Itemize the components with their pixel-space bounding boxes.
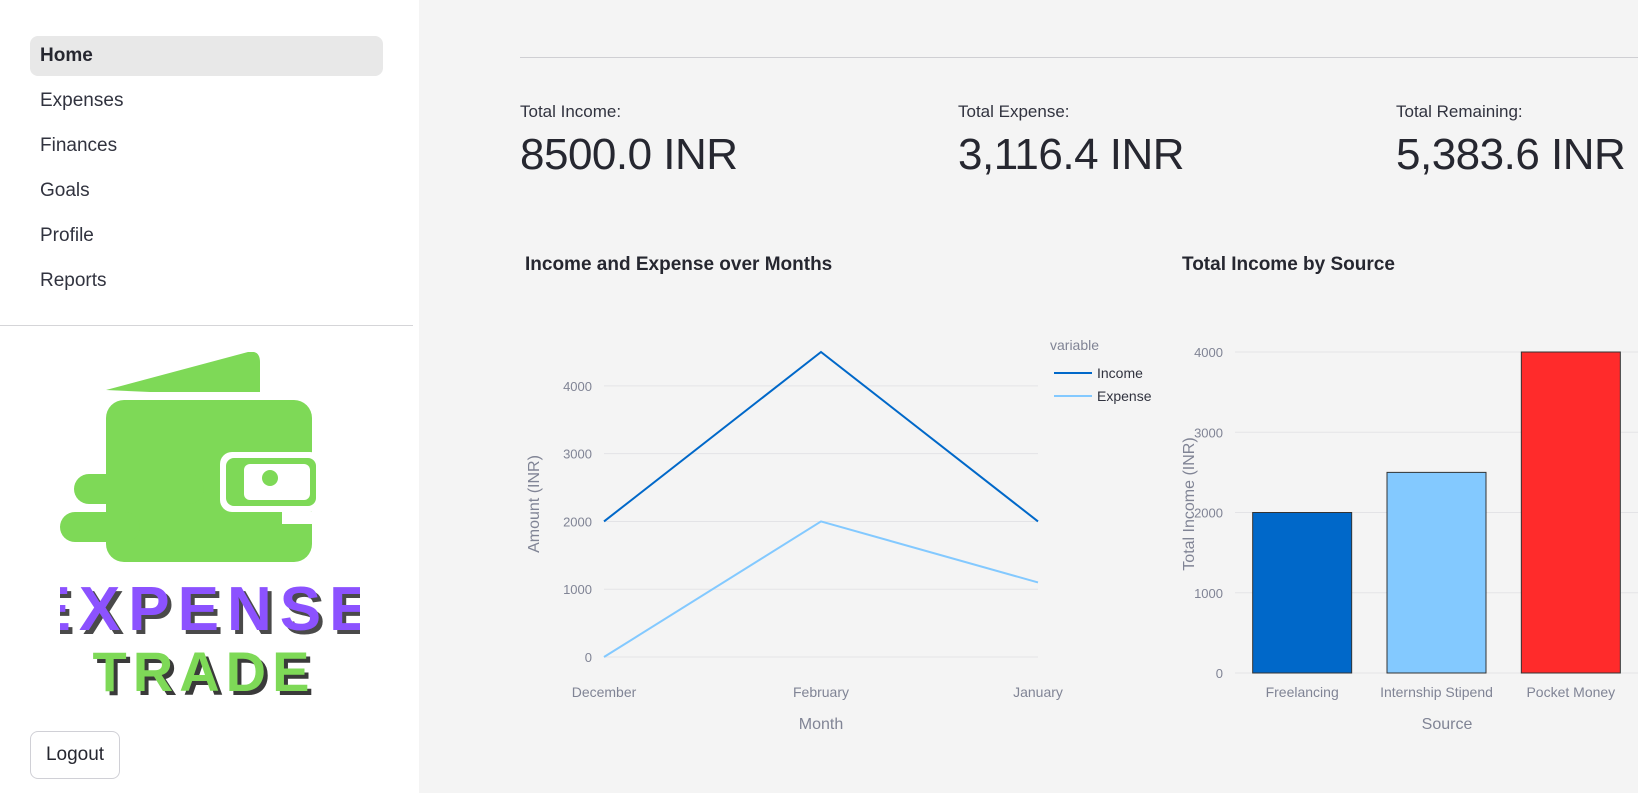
- sidebar-item-label: Expenses: [40, 90, 124, 111]
- legend-label: Income: [1097, 365, 1143, 381]
- sidebar-item-goals[interactable]: Goals: [30, 171, 383, 211]
- sidebar-item-label: Profile: [40, 225, 94, 246]
- logout-button[interactable]: Logout: [30, 731, 120, 779]
- sidebar-item-finances[interactable]: Finances: [30, 126, 383, 166]
- y-axis-label: Amount (INR): [526, 455, 543, 553]
- metric-label: Total Remaining:: [1396, 102, 1523, 121]
- x-tick-label: December: [572, 684, 637, 700]
- line-chart-title: Income and Expense over Months: [525, 254, 833, 275]
- y-tick-label: 0: [1216, 666, 1223, 681]
- sidebar-item-expenses[interactable]: Expenses: [30, 81, 383, 121]
- y-tick-label: 3000: [1194, 425, 1223, 440]
- logo-word-expense: EXPENSE: [60, 575, 360, 644]
- bar: [1386, 471, 1487, 674]
- logout-label: Logout: [45, 744, 105, 765]
- x-axis-label: Source: [1422, 716, 1473, 733]
- x-tick-label: Internship Stipend: [1380, 684, 1493, 700]
- legend-title: variable: [1050, 337, 1099, 353]
- metric-value: 5,383.6 INR: [1396, 130, 1626, 179]
- sidebar-item-label: Goals: [40, 180, 90, 201]
- x-tick-label: January: [1013, 684, 1063, 700]
- y-tick-label: 1000: [1194, 586, 1223, 601]
- y-tick-label: 2000: [563, 514, 592, 529]
- series-line-income: [603, 350, 1039, 523]
- sidebar: Home Expenses Finances Goals Profile Rep…: [0, 0, 419, 793]
- x-axis-label: Month: [799, 716, 843, 733]
- bar: [1252, 512, 1353, 674]
- sidebar-item-label: Home: [40, 45, 93, 66]
- income-by-source-bar-chart: 0 1000 2000 3000 4000 Freelancing Internship S…: [1181, 345, 1638, 733]
- y-tick-label: 0: [585, 650, 592, 665]
- metric-label: Total Income:: [520, 102, 622, 121]
- metric-value: 8500.0 INR: [520, 130, 738, 179]
- wallet-icon: [60, 352, 342, 562]
- y-tick-label: 4000: [563, 379, 592, 394]
- legend-label: Expense: [1097, 388, 1152, 404]
- sidebar-item-label: Reports: [40, 270, 107, 291]
- sidebar-item-home[interactable]: Home: [30, 36, 383, 76]
- income-expense-line-chart: 0 1000 2000 3000 4000 December February January…: [526, 337, 1152, 733]
- x-tick-label: Freelancing: [1266, 684, 1339, 700]
- bar: [1520, 351, 1621, 674]
- metric-value: 3,116.4 INR: [958, 130, 1185, 179]
- y-tick-label: 2000: [1194, 506, 1223, 521]
- top-divider: [520, 57, 1638, 58]
- x-tick-label: February: [793, 684, 849, 700]
- logo-word-trade: TRADE: [93, 640, 316, 702]
- metric-label: Total Expense:: [958, 102, 1070, 121]
- y-tick-label: 3000: [563, 447, 592, 462]
- metric-total-remaining: Total Remaining: 5,383.6 INR: [1396, 102, 1626, 180]
- y-tick-label: 1000: [563, 582, 592, 597]
- sidebar-item-profile[interactable]: Profile: [30, 216, 383, 256]
- metric-total-income: Total Income: 8500.0 INR: [520, 102, 738, 180]
- y-tick-label: 4000: [1194, 345, 1223, 360]
- sidebar-item-reports[interactable]: Reports: [30, 261, 383, 301]
- sidebar-item-label: Finances: [40, 135, 118, 156]
- sidebar-divider: [0, 325, 413, 326]
- bar-chart-title: Total Income by Source: [1182, 254, 1395, 275]
- y-axis-label: Total Income (INR): [1181, 437, 1198, 570]
- x-tick-label: Pocket Money: [1526, 684, 1615, 700]
- metric-total-expense: Total Expense: 3,116.4 INR: [958, 102, 1185, 180]
- expense-trade-logo: EXPENSE EXPENSE TRADE TRADE: [60, 352, 360, 702]
